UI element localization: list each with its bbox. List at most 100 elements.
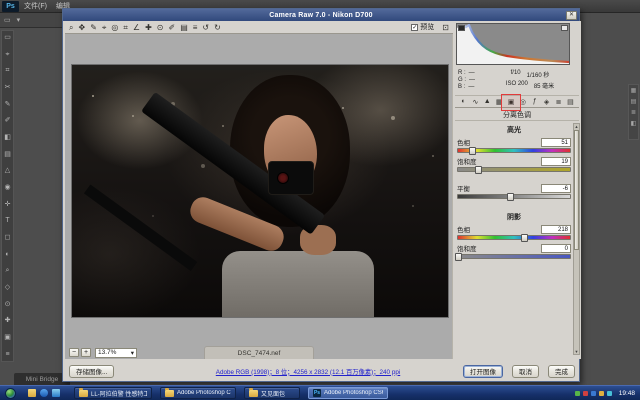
b-channel-value: —: [468, 84, 474, 90]
quick-launch-icon-3[interactable]: [52, 389, 60, 397]
highlights-saturation-track[interactable]: [457, 167, 571, 172]
rotate-right-icon[interactable]: ↻: [214, 23, 221, 32]
tab-presets-icon[interactable]: ≣: [553, 98, 564, 106]
toolbox-dodge-icon[interactable]: ◐: [5, 251, 9, 258]
tray-icon-cyan[interactable]: [607, 391, 612, 396]
tab-camera-calibration-icon[interactable]: ◈: [541, 98, 552, 106]
hand-tool-icon[interactable]: ✥: [78, 23, 85, 32]
highlights-saturation-thumb[interactable]: [475, 166, 482, 174]
fullscreen-toggle-icon[interactable]: ⊡: [442, 23, 449, 32]
rotate-left-icon[interactable]: ↺: [202, 23, 209, 32]
toolbox-gradient-icon[interactable]: ◉: [4, 184, 10, 191]
color-sampler-tool-icon[interactable]: ⌖: [102, 23, 107, 32]
toolbox-path-icon[interactable]: ▣: [4, 334, 11, 341]
tray-antivirus-icon[interactable]: [575, 391, 580, 396]
adjustment-brush-tool-icon[interactable]: ✐: [168, 23, 175, 32]
highlights-saturation-field[interactable]: 19: [541, 157, 571, 166]
tray-icon-blue[interactable]: [591, 391, 596, 396]
preview-label: 预览: [420, 22, 434, 32]
toolbox-history-icon[interactable]: ▤: [4, 151, 11, 158]
shadows-hue-thumb[interactable]: [521, 234, 528, 242]
tray-icon-red[interactable]: [583, 391, 588, 396]
panel-scrollbar[interactable]: ▲ ▼: [573, 123, 580, 355]
done-button[interactable]: 完成: [548, 365, 575, 378]
taskbar-button-folder-3[interactable]: 又见面包: [244, 387, 300, 399]
menu-file[interactable]: 文件(F): [24, 1, 47, 11]
taskbar-clock[interactable]: 19:48: [619, 390, 635, 397]
dock-panel-icon-2[interactable]: ▤: [631, 99, 637, 106]
tray-icon-yellow[interactable]: [599, 391, 604, 396]
quick-launch-icon-2[interactable]: [40, 389, 48, 397]
toolbox-color-icon[interactable]: ≡: [5, 351, 9, 358]
marquee-tool-icon[interactable]: ▭: [4, 16, 11, 24]
balance-field[interactable]: -6: [541, 184, 571, 193]
toolbox-blur-icon[interactable]: ✛: [5, 201, 11, 208]
tab-effects-icon[interactable]: ƒ: [529, 98, 540, 105]
shadows-saturation-field[interactable]: 0: [541, 244, 571, 253]
scroll-up-icon[interactable]: ▲: [574, 124, 579, 129]
close-icon[interactable]: ✕: [566, 11, 577, 20]
toolbox-pen-icon[interactable]: ◇: [5, 284, 10, 291]
tab-snapshots-icon[interactable]: ▤: [565, 98, 576, 106]
crop-tool-icon[interactable]: ⌗: [123, 23, 128, 32]
quick-launch-icon-1[interactable]: [28, 389, 36, 397]
toolbox-move-icon[interactable]: ⌖: [6, 51, 10, 58]
tab-basic-icon[interactable]: ◐: [458, 98, 469, 105]
zoom-level-select[interactable]: 13.7% ▾: [95, 348, 137, 358]
balance-thumb[interactable]: [507, 193, 514, 201]
taskbar-button-folder-1[interactable]: LL-阿拉伯警 性感特工: [74, 387, 152, 399]
toolbox-brush-icon[interactable]: ✐: [5, 117, 11, 124]
tool-preset-dropdown-icon[interactable]: ▾: [17, 16, 21, 24]
highlights-hue-thumb[interactable]: [469, 147, 476, 155]
zoom-in-button[interactable]: +: [81, 348, 91, 357]
save-image-button[interactable]: 存储图像...: [69, 365, 114, 378]
toolbox-eyedropper-icon[interactable]: ✎: [5, 101, 11, 108]
workflow-options-link[interactable]: Adobe RGB (1998)；8 位；4256 x 2832 (12.1 百…: [143, 367, 473, 376]
shadow-clipping-warning-icon[interactable]: [458, 25, 465, 31]
toolbox-hand-icon[interactable]: ⊙: [5, 301, 11, 308]
red-eye-tool-icon[interactable]: ⊙: [157, 23, 164, 32]
targeted-adjustment-tool-icon[interactable]: ◎: [111, 23, 118, 32]
highlight-clipping-warning-icon[interactable]: [561, 25, 568, 31]
scrollbar-thumb[interactable]: [574, 130, 579, 250]
toolbox-clone-icon[interactable]: ◧: [4, 134, 11, 141]
balance-track[interactable]: [457, 194, 571, 199]
toolbox-zoom-icon[interactable]: ⌕: [6, 267, 10, 274]
tab-tone-curve-icon[interactable]: ∿: [470, 98, 481, 106]
dock-panel-icon-4[interactable]: ◧: [631, 121, 637, 128]
preview-checkbox[interactable]: ✓ 预览: [411, 22, 434, 32]
taskbar-button-folder-2[interactable]: Adobe Photoshop CS6: [160, 387, 236, 399]
dock-panel-icon-1[interactable]: ▦: [631, 88, 637, 95]
shutter-value: 1/160 秒: [527, 70, 550, 79]
start-button[interactable]: [5, 388, 16, 399]
toolbox-eraser-icon[interactable]: △: [5, 167, 10, 174]
dialog-titlebar[interactable]: Camera Raw 7.0 - Nikon D700 ✕: [63, 9, 579, 21]
toolbox-type-icon[interactable]: T: [5, 217, 9, 224]
cancel-button[interactable]: 取消: [512, 365, 539, 378]
graduated-filter-tool-icon[interactable]: ▤: [180, 23, 188, 32]
toolbox-lasso-icon[interactable]: ⌗: [6, 67, 10, 74]
highlights-hue-track[interactable]: [457, 148, 571, 153]
scroll-down-icon[interactable]: ▼: [574, 349, 579, 354]
zoom-tool-icon[interactable]: ⌕: [69, 23, 73, 32]
folder-icon: [249, 390, 258, 397]
toolbox-crop-icon[interactable]: ✂: [5, 84, 11, 91]
preferences-icon[interactable]: ≡: [193, 23, 198, 32]
toolbox-heal-icon[interactable]: ✚: [5, 317, 11, 324]
toolbox-marquee-icon[interactable]: ▭: [4, 34, 11, 41]
zoom-out-button[interactable]: −: [69, 348, 79, 357]
shadows-saturation-track[interactable]: [457, 254, 571, 259]
dock-panel-icon-3[interactable]: ≣: [631, 110, 636, 117]
shadows-hue-field[interactable]: 218: [541, 225, 571, 234]
shadows-saturation-thumb[interactable]: [455, 253, 462, 261]
checkbox-check-icon[interactable]: ✓: [411, 24, 418, 31]
toolbox-shape-icon[interactable]: ◻: [5, 234, 11, 241]
spot-removal-tool-icon[interactable]: ✚: [145, 23, 152, 32]
tab-detail-icon[interactable]: ▲: [482, 98, 493, 105]
taskbar-button-photoshop-active[interactable]: Ps Adobe Photoshop CS6: [308, 387, 388, 399]
highlights-hue-field[interactable]: 51: [541, 138, 571, 147]
white-balance-tool-icon[interactable]: ✎: [90, 23, 97, 32]
shadows-hue-track[interactable]: [457, 235, 571, 240]
straighten-tool-icon[interactable]: ∠: [133, 23, 140, 32]
photo-preview[interactable]: [71, 64, 449, 318]
